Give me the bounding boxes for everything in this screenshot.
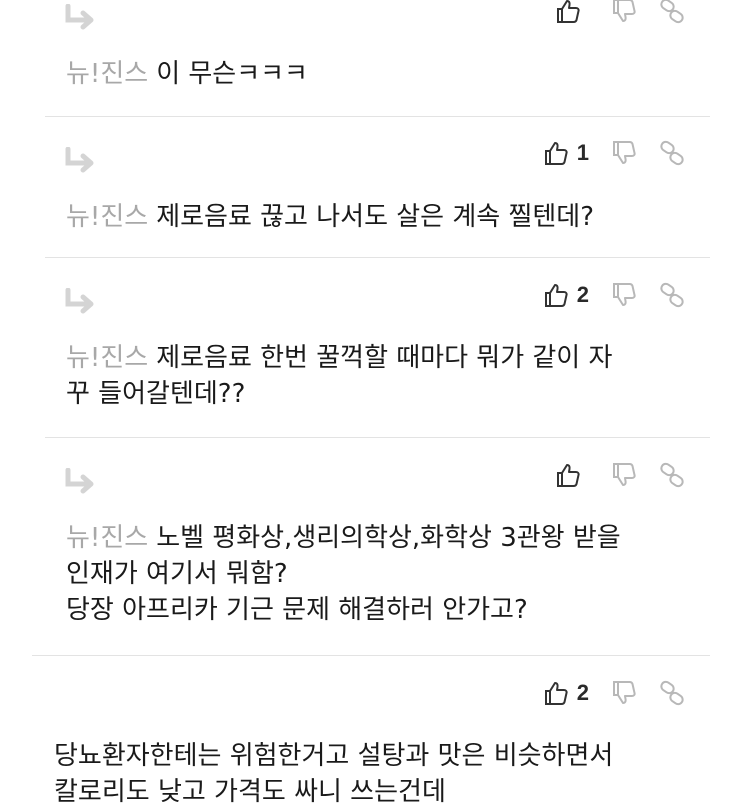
comment-line: 당뇨환자한테는 위험한거고 설탕과 맛은 비슷하면서	[54, 741, 614, 771]
comment-actions	[555, 0, 685, 26]
link-icon	[660, 140, 684, 166]
dislike-button[interactable]	[611, 282, 637, 308]
like-count: 2	[576, 282, 589, 307]
dislike-button[interactable]	[611, 462, 637, 488]
share-link-button[interactable]	[659, 282, 685, 308]
comment-author[interactable]: 뉴!진스	[66, 59, 148, 89]
comment-line: 당장 아프리카 기근 문제 해결하러 안가고?	[66, 595, 528, 625]
link-icon	[660, 680, 684, 706]
like-button[interactable]: 2	[543, 680, 589, 706]
comment-item: 뉴!진스 이 무슨ㅋㅋㅋ	[0, 0, 740, 116]
link-icon	[660, 282, 684, 308]
like-button[interactable]	[555, 0, 589, 24]
comment-actions	[555, 460, 685, 490]
comment-actions: 1	[543, 138, 685, 168]
comment-text: 뉴!진스 제로음료 끊고 나서도 살은 계속 찔텐데?	[66, 199, 594, 235]
comment-line: 이 무슨ㅋㅋㅋ	[156, 59, 308, 89]
comment-author[interactable]: 뉴!진스	[66, 523, 148, 553]
share-link-button[interactable]	[659, 680, 685, 706]
thumbs-down-icon	[613, 0, 636, 22]
comment-line: 칼로리도 낮고 가격도 싸니 쓰는건데	[54, 777, 446, 807]
share-link-button[interactable]	[659, 140, 685, 166]
comment-line: 인재가 여기서 뭐함?	[66, 559, 288, 589]
comment-line: 꾸 들어갈텐데??	[66, 379, 246, 409]
comment-text: 뉴!진스 노벨 평화상,생리의학상,화학상 3관왕 받을 인재가 여기서 뭐함? …	[66, 520, 621, 628]
thumbs-up-icon	[544, 142, 568, 165]
comment-author[interactable]: 뉴!진스	[66, 202, 148, 232]
dislike-button[interactable]	[611, 140, 637, 166]
thumbs-down-icon	[613, 283, 636, 306]
comment-actions: 2	[543, 678, 685, 708]
reply-arrow-icon	[65, 147, 94, 173]
comment-item: 2 뉴!진스 제로음료 한번 꿀꺽할 때마다 뭐가 같이 자 꾸 들어갈텐데??	[0, 258, 740, 438]
reply-arrow-icon	[65, 4, 94, 30]
like-count: 1	[576, 140, 589, 165]
thumbs-up-icon	[557, 464, 580, 487]
reply-arrow-icon	[65, 288, 94, 314]
like-button[interactable]: 2	[543, 282, 589, 308]
like-button[interactable]: 1	[543, 140, 589, 166]
comment-line: 제로음료 한번 꿀꺽할 때마다 뭐가 같이 자	[156, 343, 613, 373]
link-icon	[660, 0, 684, 24]
comment-text: 당뇨환자한테는 위험한거고 설탕과 맛은 비슷하면서 칼로리도 낮고 가격도 싸…	[54, 738, 613, 810]
comment-item: 2 당뇨환자한테는 위험한거고 설탕과 맛은 비슷하면서 칼로리도 낮고 가격도…	[0, 656, 740, 812]
thumbs-down-icon	[613, 681, 636, 704]
dislike-button[interactable]	[611, 680, 637, 706]
comment-line: 제로음료 끊고 나서도 살은 계속 찔텐데?	[156, 202, 595, 232]
comment-actions: 2	[543, 280, 685, 310]
comment-line: 노벨 평화상,생리의학상,화학상 3관왕 받을	[156, 523, 621, 553]
comment-text: 뉴!진스 이 무슨ㅋㅋㅋ	[66, 56, 308, 92]
thumbs-down-icon	[613, 463, 636, 486]
comment-item: 뉴!진스 노벨 평화상,생리의학상,화학상 3관왕 받을 인재가 여기서 뭐함? …	[0, 438, 740, 656]
dislike-button[interactable]	[611, 0, 637, 24]
comment-text: 뉴!진스 제로음료 한번 꿀꺽할 때마다 뭐가 같이 자 꾸 들어갈텐데??	[66, 340, 612, 412]
share-link-button[interactable]	[659, 0, 685, 24]
like-count: 2	[576, 680, 589, 705]
link-icon	[660, 462, 684, 488]
share-link-button[interactable]	[659, 462, 685, 488]
thumbs-up-icon	[544, 284, 568, 307]
comment-item: 1 뉴!진스 제로음료 끊고 나서도 살은 계속 찔텐데?	[0, 117, 740, 257]
thumbs-up-icon	[557, 0, 580, 23]
thumbs-up-icon	[544, 682, 568, 705]
like-button[interactable]	[555, 462, 589, 488]
reply-arrow-icon	[65, 468, 94, 494]
thumbs-down-icon	[613, 141, 636, 164]
comment-author[interactable]: 뉴!진스	[66, 343, 148, 373]
